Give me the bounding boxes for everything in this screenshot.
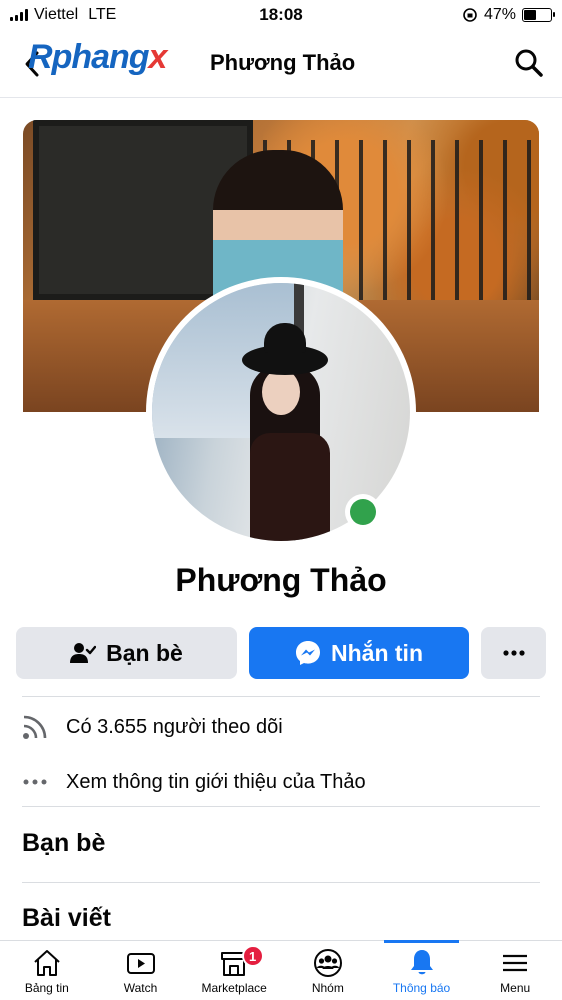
status-time: 18:08 — [259, 5, 303, 24]
about-link[interactable]: Xem thông tin giới thiệu của Thảo — [66, 771, 366, 794]
bottom-tab-bar: Bảng tin Watch Marketplace 1 Nhóm Thông … — [0, 940, 562, 1000]
divider — [22, 696, 540, 697]
messenger-icon — [296, 641, 320, 665]
rss-followers-icon — [22, 714, 48, 740]
divider — [22, 806, 540, 807]
header-title: Phương Thảo — [210, 50, 356, 75]
more-options-button[interactable] — [481, 627, 546, 679]
message-button[interactable]: Nhắn tin — [249, 627, 469, 679]
tab-menu[interactable]: Menu — [468, 941, 562, 1000]
watermark-logo: Rphangx — [28, 38, 167, 76]
battery-percent: 47% — [483, 6, 516, 23]
followers-text: Có 3.655 người theo dõi — [66, 715, 283, 738]
friend-check-icon — [70, 643, 97, 663]
menu-icon — [503, 954, 528, 972]
divider — [22, 882, 540, 883]
message-button-label: Nhắn tin — [331, 639, 423, 666]
tab-notifications[interactable]: Thông báo — [375, 940, 469, 1000]
status-bar: Viettel LTE 18:08 47% — [0, 0, 562, 30]
friends-section-title: Bạn bè — [22, 829, 106, 857]
signal-icon — [10, 9, 28, 21]
profile-header: Rphangx Phương Thảo — [0, 30, 562, 98]
posts-section-title: Bài viết — [22, 904, 111, 932]
home-icon — [34, 950, 60, 976]
followers-row: Có 3.655 người theo dõi — [22, 714, 283, 740]
profile-name: Phương Thảo — [175, 562, 387, 598]
friends-button[interactable]: Bạn bè — [16, 627, 237, 679]
tab-watch[interactable]: Watch — [94, 941, 188, 1000]
orientation-lock-icon — [463, 8, 477, 22]
battery-icon — [522, 8, 555, 22]
more-dots-icon — [22, 769, 48, 795]
more-dots-icon — [502, 650, 525, 656]
about-row[interactable]: Xem thông tin giới thiệu của Thảo — [22, 769, 366, 795]
tab-marketplace[interactable]: Marketplace 1 — [187, 941, 281, 1000]
carrier-name: Viettel — [34, 6, 79, 23]
network-type: LTE — [88, 6, 117, 23]
online-status-indicator — [345, 494, 381, 530]
groups-icon — [313, 949, 342, 977]
tab-home[interactable]: Bảng tin — [0, 941, 94, 1000]
tab-groups[interactable]: Nhóm — [281, 941, 375, 1000]
bell-icon — [410, 950, 433, 975]
friends-button-label: Bạn bè — [106, 639, 183, 666]
notification-badge: 1 — [241, 945, 264, 967]
watch-icon — [126, 953, 155, 974]
search-icon[interactable] — [514, 48, 544, 78]
